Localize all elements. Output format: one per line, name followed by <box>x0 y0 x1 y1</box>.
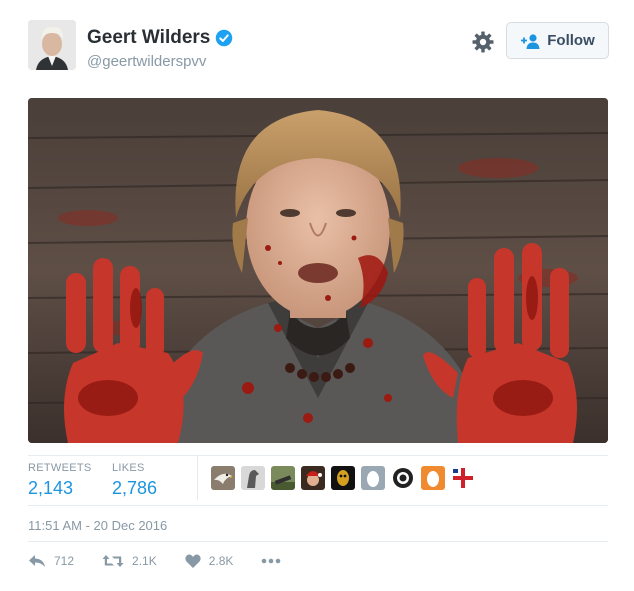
tweet-actions: 712 2.1K 2.8K <box>28 551 317 571</box>
author-name-row: Geert Wilders <box>87 27 233 49</box>
liker-avatar-egg[interactable] <box>361 466 385 490</box>
add-user-icon <box>521 33 540 49</box>
tweet-photo[interactable] <box>28 98 608 443</box>
stats-divider <box>197 456 198 500</box>
liker-avatars <box>211 466 481 490</box>
more-icon <box>262 558 281 564</box>
retweet-count: 2.1K <box>132 554 157 568</box>
divider-bottom <box>28 541 608 542</box>
avatar[interactable] <box>28 20 76 70</box>
retweets-stat[interactable]: RETWEETS 2,143 <box>28 462 92 499</box>
liker-avatar-empire[interactable] <box>391 466 415 490</box>
divider-top <box>28 455 608 456</box>
likes-value: 2,786 <box>112 478 158 498</box>
more-button[interactable] <box>261 558 289 564</box>
reply-count: 712 <box>54 554 75 568</box>
liker-avatar-egg-orange[interactable] <box>421 466 445 490</box>
author-name[interactable]: Geert Wilders <box>87 27 210 49</box>
gear-icon[interactable] <box>471 30 495 54</box>
like-button[interactable]: 2.8K <box>185 554 234 568</box>
heart-icon <box>185 554 201 568</box>
liker-avatar-mask[interactable] <box>331 466 355 490</box>
author-handle[interactable]: @geertwilderspvv <box>87 53 206 70</box>
retweet-button[interactable]: 2.1K <box>102 554 157 568</box>
like-count: 2.8K <box>208 554 234 568</box>
reply-icon <box>29 555 45 567</box>
retweet-icon <box>102 555 124 567</box>
tweet-timestamp[interactable]: 11:51 AM - 20 Dec 2016 <box>28 518 167 533</box>
liker-avatar-santa[interactable] <box>301 466 325 490</box>
follow-button-label: Follow <box>547 32 595 49</box>
liker-avatar-eagle[interactable] <box>211 466 235 490</box>
follow-button[interactable]: Follow <box>506 22 609 59</box>
reply-button[interactable]: 712 <box>28 554 74 568</box>
tweet-header: Geert Wilders @geertwilderspvv Follow <box>28 20 610 76</box>
verified-badge-icon <box>216 29 233 47</box>
liker-avatar-horse[interactable] <box>241 466 265 490</box>
retweets-label: RETWEETS <box>28 462 92 474</box>
likes-stat[interactable]: LIKES 2,786 <box>112 462 157 499</box>
retweets-value: 2,143 <box>28 478 74 498</box>
liker-avatar-cross[interactable] <box>451 466 475 490</box>
divider-middle <box>28 505 608 506</box>
liker-avatar-cannon[interactable] <box>271 466 295 490</box>
likes-label: LIKES <box>112 462 145 474</box>
